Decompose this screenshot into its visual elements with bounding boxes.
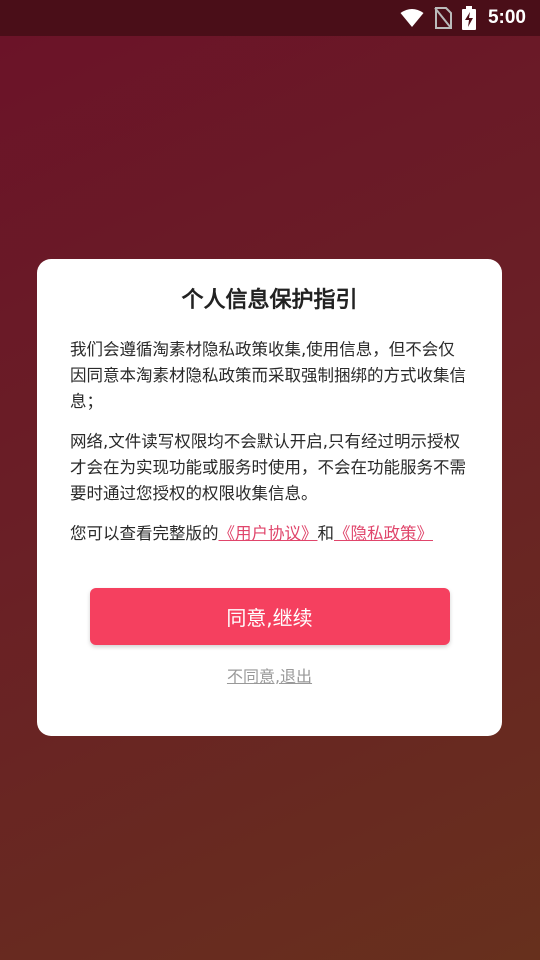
privacy-paragraph-2: 网络,文件读写权限均不会默认开启,只有经过明示授权才会在为实现功能或服务时使用，… bbox=[70, 432, 466, 503]
privacy-paragraph-3: 您可以查看完整版的《用户协议》和《隐私政策》 bbox=[70, 521, 469, 547]
conjunction-text: 和 bbox=[317, 524, 335, 543]
dialog-title: 个人信息保护指引 bbox=[181, 288, 358, 313]
wifi-icon bbox=[400, 8, 424, 28]
user-agreement-link[interactable]: 《用户协议》 bbox=[219, 524, 318, 543]
view-full-text: 您可以查看完整版的 bbox=[70, 524, 219, 543]
status-time: 5:00 bbox=[487, 7, 526, 28]
status-bar: 5:00 bbox=[0, 0, 540, 36]
privacy-dialog: 个人信息保护指引 我们会遵循淘素材隐私政策收集,使用信息，但不会仅因同意本淘素材… bbox=[37, 259, 502, 736]
privacy-paragraph-1: 我们会遵循淘素材隐私政策收集,使用信息，但不会仅因同意本淘素材隐私政策而采取强制… bbox=[70, 340, 466, 411]
battery-charging-icon bbox=[461, 6, 476, 30]
disagree-exit-link[interactable]: 不同意,退出 bbox=[70, 663, 469, 687]
privacy-policy-link[interactable]: 《隐私政策》 bbox=[334, 524, 433, 543]
no-sim-icon bbox=[434, 7, 452, 29]
agree-continue-button[interactable]: 同意,继续 bbox=[89, 588, 450, 645]
